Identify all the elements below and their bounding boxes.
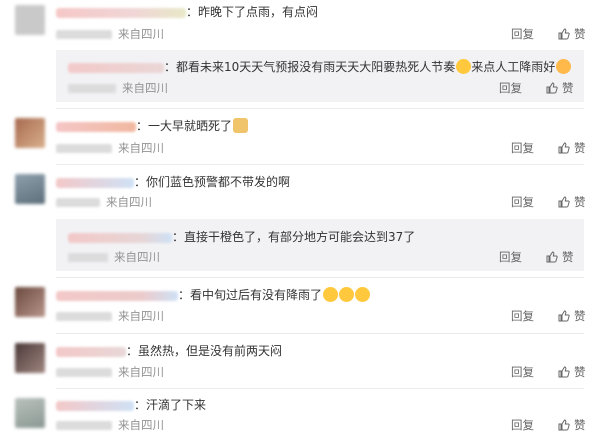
- timestamp: [56, 421, 112, 430]
- source-label: 来自四川: [118, 365, 164, 379]
- thumbs-up-icon: [558, 366, 570, 378]
- doge-emoji: [233, 118, 249, 133]
- divider: [56, 277, 584, 278]
- comment-text: 一大早就晒死了: [148, 119, 233, 133]
- like-label: 赞: [562, 250, 574, 264]
- avatar[interactable]: [15, 287, 45, 317]
- username[interactable]: [68, 62, 164, 73]
- thumbs-up-icon: [546, 251, 558, 263]
- divider: [56, 388, 584, 389]
- timestamp: [68, 84, 116, 93]
- source-label: 来自四川: [122, 81, 168, 95]
- like-button[interactable]: 赞: [558, 195, 586, 209]
- comment-text: 你们蓝色预警都不带发的啊: [146, 175, 291, 189]
- timestamp: [56, 144, 112, 153]
- yum-emoji: [556, 59, 572, 74]
- reply-button[interactable]: 回复: [511, 27, 534, 41]
- source-label: 来自四川: [114, 250, 160, 264]
- username[interactable]: [56, 346, 126, 357]
- timestamp: [56, 198, 100, 207]
- crying-laughing-emoji: [456, 59, 472, 74]
- like-button[interactable]: 赞: [546, 81, 574, 95]
- thumbs-up-icon: [558, 28, 570, 40]
- like-label: 赞: [574, 365, 586, 379]
- like-label: 赞: [562, 81, 574, 95]
- reply-button[interactable]: 回复: [499, 81, 522, 95]
- source-label: 来自四川: [106, 195, 152, 209]
- like-label: 赞: [574, 418, 586, 432]
- reply-button[interactable]: 回复: [511, 309, 534, 323]
- comment-text: 看中旬过后有没有降雨了: [190, 288, 323, 302]
- reply-button[interactable]: 回复: [511, 195, 534, 209]
- like-button[interactable]: 赞: [558, 365, 586, 379]
- divider: [56, 164, 584, 165]
- like-button[interactable]: 赞: [558, 141, 586, 155]
- source-label: 来自四川: [118, 27, 164, 41]
- thumbs-up-icon: [558, 310, 570, 322]
- like-button[interactable]: 赞: [546, 250, 574, 264]
- username[interactable]: [56, 7, 186, 18]
- source-label: 来自四川: [118, 141, 164, 155]
- like-label: 赞: [574, 309, 586, 323]
- username[interactable]: [56, 400, 134, 411]
- like-label: 赞: [574, 195, 586, 209]
- avatar[interactable]: [15, 118, 45, 148]
- avatar[interactable]: [15, 5, 45, 35]
- source-label: 来自四川: [118, 309, 164, 323]
- reply-button[interactable]: 回复: [511, 418, 534, 432]
- like-button[interactable]: 赞: [558, 309, 586, 323]
- timestamp: [68, 253, 108, 262]
- reply-text: 都看未来10天天气预报没有雨天天大阳要热死人节奏: [176, 60, 456, 74]
- crying-laughing-emoji: [339, 287, 355, 302]
- timestamp: [56, 30, 112, 39]
- username[interactable]: [56, 290, 178, 301]
- crying-laughing-emoji: [323, 287, 339, 302]
- thumbs-up-icon: [558, 196, 570, 208]
- avatar[interactable]: [15, 174, 45, 204]
- username[interactable]: [56, 121, 136, 132]
- username[interactable]: [68, 232, 172, 243]
- thumbs-up-icon: [558, 142, 570, 154]
- comment-text: 昨晚下了点雨，有点闷: [198, 5, 319, 19]
- divider: [56, 333, 584, 334]
- reply-text-continued: 来点人工降雨好: [471, 60, 556, 74]
- like-label: 赞: [574, 27, 586, 41]
- divider: [56, 108, 584, 109]
- comment-text: 虽然热，但是没有前两天闷: [138, 344, 283, 358]
- username[interactable]: [56, 177, 134, 188]
- thumbs-up-icon: [546, 82, 558, 94]
- reply-button[interactable]: 回复: [511, 365, 534, 379]
- reply-button[interactable]: 回复: [511, 141, 534, 155]
- comment-text: 汗滴了下来: [146, 398, 207, 412]
- like-button[interactable]: 赞: [558, 27, 586, 41]
- reply-text: 直接干橙色了，有部分地方可能会达到37了: [184, 230, 416, 244]
- timestamp: [56, 368, 112, 377]
- timestamp: [56, 312, 112, 321]
- crying-laughing-emoji: [355, 287, 371, 302]
- source-label: 来自四川: [118, 418, 164, 432]
- avatar[interactable]: [15, 343, 45, 373]
- like-button[interactable]: 赞: [558, 418, 586, 432]
- thumbs-up-icon: [558, 419, 570, 431]
- avatar[interactable]: [15, 398, 45, 428]
- like-label: 赞: [574, 141, 586, 155]
- reply-button[interactable]: 回复: [499, 250, 522, 264]
